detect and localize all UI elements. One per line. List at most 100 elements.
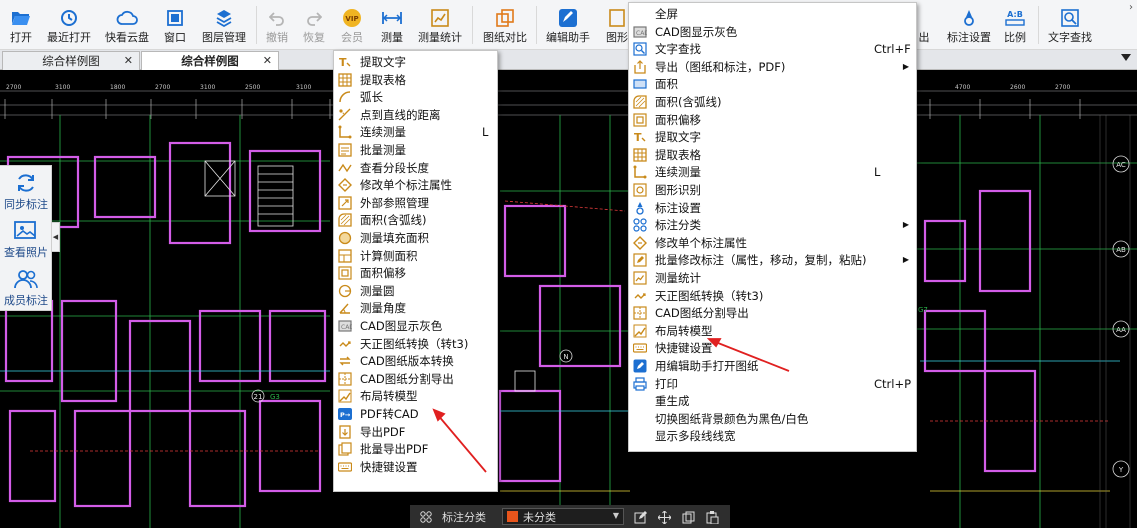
- open-button[interactable]: 打开: [4, 0, 38, 50]
- cad-drawing-canvas[interactable]: 2700 3100 1800 2700 3100 2500 3100 4700 …: [0, 71, 1137, 528]
- scale-button[interactable]: A:B 比例: [1000, 0, 1030, 50]
- menu-item[interactable]: 查看分段长度: [334, 159, 497, 177]
- menu-item-label: 弧长: [360, 90, 383, 105]
- sidepanel-collapse-icon[interactable]: ◀: [52, 222, 60, 252]
- menu-item-label: 图形识别: [655, 183, 701, 197]
- menu-item[interactable]: 测量圆: [334, 282, 497, 300]
- menu-item[interactable]: 导出（图纸和标注，PDF) ▶: [629, 58, 916, 76]
- member-annotation-button[interactable]: 成员标注: [0, 262, 52, 310]
- menu-item[interactable]: 面积(含弧线): [334, 211, 497, 229]
- menu-item[interactable]: 连续测量 L: [334, 123, 497, 141]
- menu-item[interactable]: 批量导出PDF: [334, 440, 497, 458]
- shape-label: 图形: [606, 31, 628, 44]
- menu-item[interactable]: 全屏: [629, 5, 916, 23]
- menu-item[interactable]: 布局转模型: [334, 387, 497, 405]
- chevron-right-icon[interactable]: ›: [1129, 2, 1133, 13]
- menu-item[interactable]: 切换图纸背景颜色为黑色/白色: [629, 410, 916, 428]
- menu-item[interactable]: 批量修改标注（属性，移动，复制，粘贴) ▶: [629, 251, 916, 269]
- category-select[interactable]: 未分类 ▼: [502, 508, 624, 525]
- view-photos-button[interactable]: 查看照片: [0, 214, 52, 262]
- menu-item[interactable]: 修改单个标注属性: [629, 234, 916, 252]
- menu-item[interactable]: 测量角度: [334, 299, 497, 317]
- annotation-settings-button[interactable]: 标注设置: [944, 0, 994, 50]
- menu-item[interactable]: 面积偏移: [629, 111, 916, 129]
- menu-item[interactable]: 提取表格: [629, 146, 916, 164]
- menu-item[interactable]: CAD图纸版本转换: [334, 352, 497, 370]
- menu-item[interactable]: 批量测量: [334, 141, 497, 159]
- menu-item[interactable]: 测量统计: [629, 269, 916, 287]
- text-search-button[interactable]: 文字查找: [1045, 0, 1095, 50]
- menu-item[interactable]: P→ PDF转CAD: [334, 405, 497, 423]
- close-icon[interactable]: ✕: [124, 54, 133, 67]
- menu-item-label: 测量角度: [360, 301, 406, 316]
- scale-label: 比例: [1004, 31, 1026, 44]
- menu-item[interactable]: CAD CAD图显示灰色: [334, 317, 497, 335]
- menu-item[interactable]: 打印 Ctrl+P: [629, 375, 916, 393]
- cad-drawing: 2700 3100 1800 2700 3100 2500 3100 4700 …: [0, 84, 1137, 528]
- shape-recognition-icon: [633, 183, 647, 197]
- menu-item[interactable]: 导出PDF: [334, 423, 497, 441]
- menu-item[interactable]: CAD图纸分割导出: [629, 304, 916, 322]
- measure-stats-button[interactable]: 测量统计: [415, 0, 465, 50]
- shape-button[interactable]: 图形: [604, 0, 630, 50]
- menu-item[interactable]: 提取表格: [334, 71, 497, 89]
- move-icon[interactable]: [654, 507, 674, 527]
- redo-button[interactable]: 恢复: [300, 0, 328, 50]
- menu-item[interactable]: 显示多段线线宽: [629, 427, 916, 445]
- menu-item[interactable]: 图形识别: [629, 181, 916, 199]
- menu-item[interactable]: 面积: [629, 75, 916, 93]
- menu-item-label: 提取表格: [360, 72, 406, 87]
- menu-item-label: 全屏: [655, 7, 678, 21]
- menu-item[interactable]: 快捷键设置: [334, 458, 497, 476]
- menu-item[interactable]: 面积(含弧线): [629, 93, 916, 111]
- menu-item[interactable]: 外部参照管理: [334, 194, 497, 212]
- menu-item[interactable]: 计算侧面积: [334, 247, 497, 265]
- undo-button[interactable]: 撤销: [263, 0, 291, 50]
- menu-item[interactable]: 标注分类 ▶: [629, 216, 916, 234]
- text-search-icon: [1061, 7, 1079, 29]
- window-label: 窗口: [164, 31, 186, 44]
- menu-item[interactable]: CAD图纸分割导出: [334, 370, 497, 388]
- menu-item-label: 导出（图纸和标注，PDF): [655, 59, 786, 74]
- menu-item[interactable]: 快捷键设置: [629, 339, 916, 357]
- tab-drawing-1[interactable]: 综合样例图 ✕: [2, 51, 140, 70]
- menu-item[interactable]: 弧长: [334, 88, 497, 106]
- menu-item[interactable]: 重生成: [629, 392, 916, 410]
- close-icon[interactable]: ✕: [263, 54, 272, 67]
- vip-button[interactable]: VIP 会员: [337, 0, 367, 50]
- menu-item[interactable]: 用编辑助手打开图纸: [629, 357, 916, 375]
- menu-item[interactable]: T 提取文字: [334, 53, 497, 71]
- export-button[interactable]: 出: [916, 0, 932, 50]
- layer-manager-button[interactable]: 图层管理: [199, 0, 249, 50]
- menu-item[interactable]: 布局转模型: [629, 322, 916, 340]
- menu-item[interactable]: 面积偏移: [334, 264, 497, 282]
- recent-open-button[interactable]: 最近打开: [44, 0, 94, 50]
- grid-icon[interactable]: [416, 507, 436, 527]
- paste-icon[interactable]: [702, 507, 722, 527]
- window-button[interactable]: 窗口: [160, 0, 190, 50]
- menu-item[interactable]: CAD CAD图显示灰色: [629, 23, 916, 41]
- menu-item[interactable]: 点到直线的距离: [334, 106, 497, 124]
- copy-icon[interactable]: [678, 507, 698, 527]
- menu-item[interactable]: 标注设置: [629, 199, 916, 217]
- edit-icon[interactable]: [630, 507, 650, 527]
- menu-item[interactable]: 修改单个标注属性: [334, 176, 497, 194]
- tangent-convert-icon: [633, 289, 647, 303]
- menu-item-label: PDF转CAD: [360, 407, 419, 421]
- menu-item[interactable]: 连续测量 L: [629, 163, 916, 181]
- sync-annotation-button[interactable]: 同步标注: [0, 166, 52, 214]
- tab-list-dropdown-icon[interactable]: [1121, 54, 1131, 61]
- menu-item[interactable]: 天正图纸转换（转t3): [334, 335, 497, 353]
- dim-text: 3100: [55, 84, 70, 91]
- menu-item[interactable]: T 提取文字: [629, 128, 916, 146]
- menu-item[interactable]: 文字查找 Ctrl+F: [629, 40, 916, 58]
- cloud-drive-button[interactable]: 快看云盘: [102, 0, 152, 50]
- edit-assistant-button[interactable]: 编辑助手: [543, 0, 593, 50]
- measure-button[interactable]: 测量: [375, 0, 409, 50]
- compare-button[interactable]: 图纸对比: [480, 0, 530, 50]
- tab-drawing-2[interactable]: 综合样例图 ✕: [141, 51, 279, 70]
- dim-text: 2700: [6, 84, 21, 91]
- menu-item[interactable]: 测量填充面积: [334, 229, 497, 247]
- cloud-drive-label: 快看云盘: [105, 31, 149, 44]
- menu-item[interactable]: 天正图纸转换（转t3): [629, 287, 916, 305]
